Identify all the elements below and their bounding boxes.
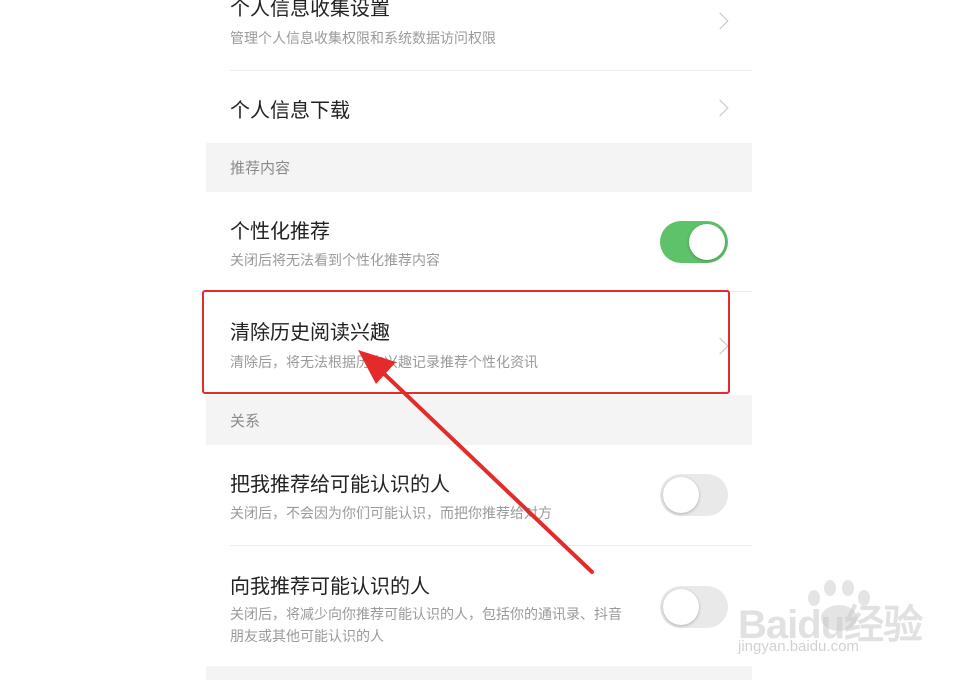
- watermark-url: jingyan.baidu.com: [738, 638, 859, 655]
- baidu-watermark: Baidu经验 jingyan.baidu.com: [738, 578, 938, 658]
- arrow-shaft: [374, 364, 594, 574]
